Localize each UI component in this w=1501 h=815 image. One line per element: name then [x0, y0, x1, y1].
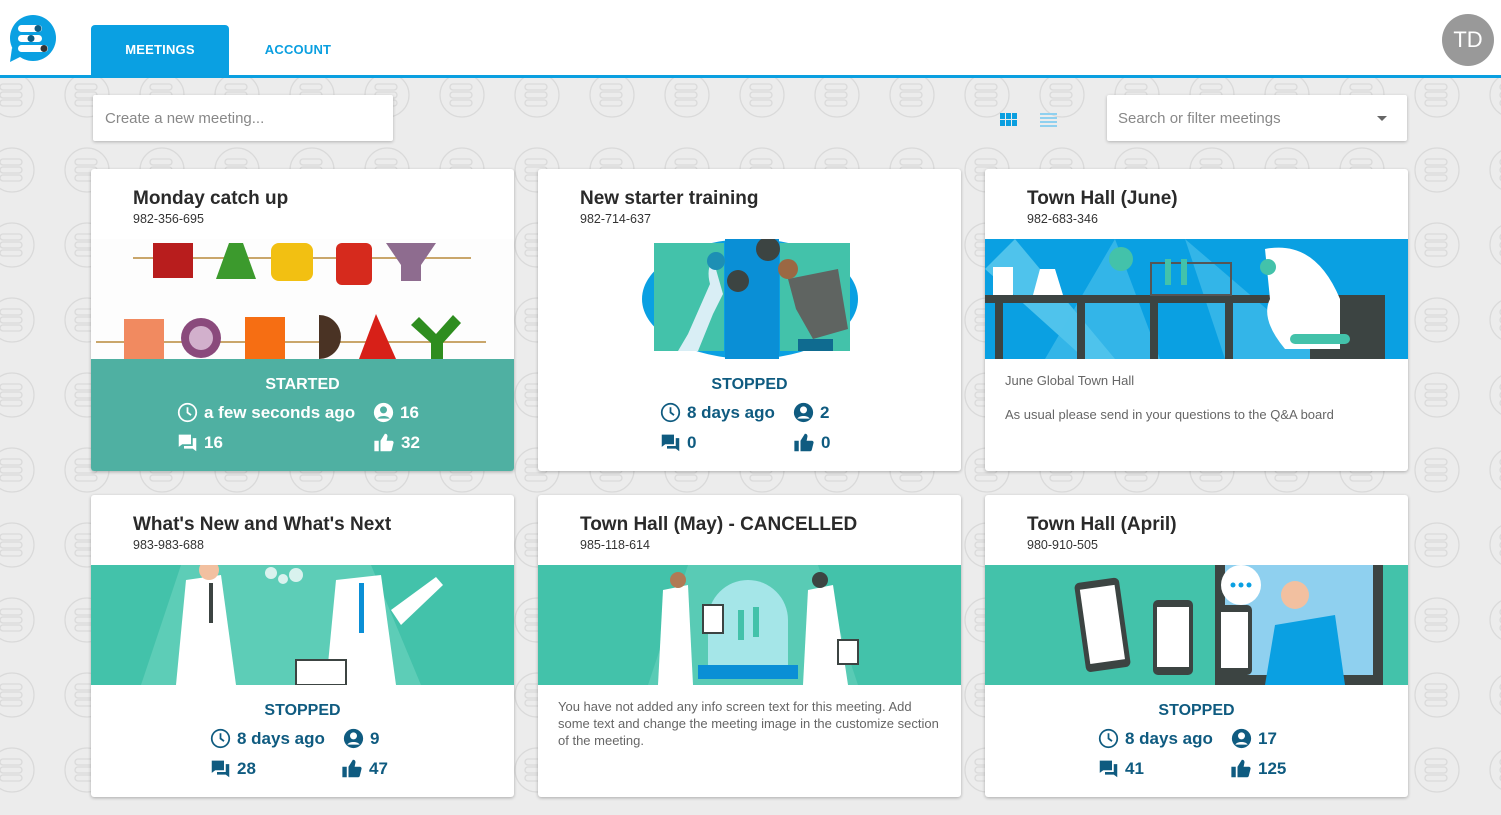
time-stat: 8 days ago — [660, 402, 775, 423]
likes-value: 47 — [369, 758, 388, 778]
meeting-image — [985, 239, 1408, 359]
time-stat: 8 days ago — [210, 728, 325, 749]
meeting-title: Town Hall (June) — [1027, 188, 1178, 209]
meeting-info-text: June Global Town Hall As usual please se… — [1005, 372, 1388, 423]
meeting-code: 980-910-505 — [1027, 538, 1098, 552]
clock-icon — [1098, 728, 1119, 749]
questions-value: 16 — [204, 432, 223, 452]
likes-stat: 47 — [341, 758, 388, 779]
thumbs-up-icon — [342, 759, 362, 778]
thumbs-up-icon — [794, 433, 814, 452]
meeting-image — [91, 239, 514, 359]
user-circle-icon — [1231, 728, 1252, 749]
time-value: a few seconds ago — [204, 402, 356, 422]
meeting-card[interactable]: Town Hall (April) 980-910-505 STOPPED 8 … — [985, 495, 1408, 797]
questions-value: 0 — [687, 432, 697, 452]
meeting-status-panel: STOPPED 8 days ago 2 0 0 — [538, 359, 961, 471]
meeting-info-text: You have not added any info screen text … — [558, 699, 939, 748]
meeting-title: Town Hall (May) - CANCELLED — [580, 514, 858, 535]
participants-stat: 17 — [1231, 728, 1277, 749]
likes-stat: 0 — [793, 432, 830, 453]
likes-value: 32 — [401, 432, 420, 452]
comments-icon — [1099, 760, 1118, 778]
user-circle-icon — [373, 402, 394, 423]
info-line: As usual please send in your questions t… — [1005, 407, 1334, 422]
meeting-code: 985-118-614 — [580, 538, 650, 552]
meeting-card[interactable]: Town Hall (May) - CANCELLED 985-118-614 … — [538, 495, 961, 797]
avatar[interactable]: TD — [1442, 14, 1494, 66]
meeting-code: 982-714-637 — [580, 212, 651, 226]
thumbs-up-icon — [1231, 759, 1251, 778]
info-line: June Global Town Hall — [1005, 373, 1135, 388]
meeting-image — [91, 565, 514, 685]
time-value: 8 days ago — [237, 728, 325, 748]
likes-value: 0 — [821, 432, 831, 452]
chat-logo-icon[interactable] — [6, 14, 58, 66]
clock-icon — [660, 402, 681, 423]
meeting-card[interactable]: Town Hall (June) 982-683-346 June Global… — [985, 169, 1408, 471]
time-value: 8 days ago — [1125, 728, 1213, 748]
meeting-title: Town Hall (April) — [1027, 514, 1177, 535]
likes-stat: 125 — [1230, 758, 1286, 779]
clock-icon — [210, 728, 231, 749]
questions-stat: 0 — [660, 432, 696, 453]
questions-stat: 16 — [177, 432, 223, 453]
meeting-title: New starter training — [580, 188, 759, 209]
participants-value: 17 — [1258, 728, 1277, 748]
list-view-icon[interactable] — [1040, 113, 1058, 127]
meeting-status-panel: STOPPED 8 days ago 17 41 125 — [985, 685, 1408, 797]
status-label: STOPPED — [1158, 702, 1235, 719]
participants-value: 2 — [820, 402, 830, 422]
meeting-title: Monday catch up — [133, 188, 289, 209]
thumbs-up-icon — [374, 433, 394, 452]
time-stat: 8 days ago — [1098, 728, 1213, 749]
participants-stat: 9 — [343, 728, 379, 749]
grid-view-icon[interactable] — [1000, 113, 1018, 127]
meeting-image — [538, 565, 961, 685]
questions-value: 28 — [237, 758, 256, 778]
user-circle-icon — [793, 402, 814, 423]
participants-stat: 16 — [373, 402, 419, 423]
meeting-code: 982-356-695 — [133, 212, 204, 226]
tab-meetings[interactable]: MEETINGS — [91, 25, 229, 75]
meeting-title: What's New and What's Next — [133, 514, 392, 535]
status-label: STOPPED — [264, 702, 341, 719]
meeting-card[interactable]: New starter training 982-714-637 STOPPED… — [538, 169, 961, 471]
participants-value: 16 — [400, 402, 419, 422]
time-stat: a few seconds ago — [177, 402, 355, 423]
questions-stat: 28 — [210, 758, 256, 779]
participants-value: 9 — [370, 728, 380, 748]
time-value: 8 days ago — [687, 402, 775, 422]
meeting-code: 982-683-346 — [1027, 212, 1098, 226]
meeting-image — [538, 239, 961, 359]
comments-icon — [661, 434, 680, 452]
participants-stat: 2 — [793, 402, 829, 423]
meeting-status-panel: STARTED a few seconds ago 16 16 32 — [91, 359, 514, 471]
status-label: STOPPED — [711, 376, 788, 393]
search-filter-dropdown[interactable] — [1107, 95, 1407, 141]
top-bar: MEETINGS ACCOUNT TD — [0, 0, 1501, 78]
comments-icon — [211, 760, 230, 778]
search-meetings-input[interactable] — [1107, 95, 1357, 141]
questions-value: 41 — [1125, 758, 1144, 778]
meeting-card[interactable]: Monday catch up 982-356-695 STARTED a fe… — [91, 169, 514, 471]
likes-value: 125 — [1258, 758, 1287, 778]
create-meeting-input[interactable] — [93, 95, 393, 141]
tab-account[interactable]: ACCOUNT — [229, 25, 367, 75]
questions-stat: 41 — [1098, 758, 1144, 779]
comments-icon — [178, 434, 197, 452]
meeting-card[interactable]: What's New and What's Next 983-983-688 S… — [91, 495, 514, 797]
likes-stat: 32 — [373, 432, 420, 453]
meeting-code: 983-983-688 — [133, 538, 204, 552]
user-circle-icon — [343, 728, 364, 749]
meeting-image — [985, 565, 1408, 685]
meeting-status-panel: STOPPED 8 days ago 9 28 47 — [91, 685, 514, 797]
dropdown-arrow-icon[interactable] — [1377, 116, 1387, 121]
clock-icon — [177, 402, 198, 423]
status-label: STARTED — [265, 376, 340, 393]
